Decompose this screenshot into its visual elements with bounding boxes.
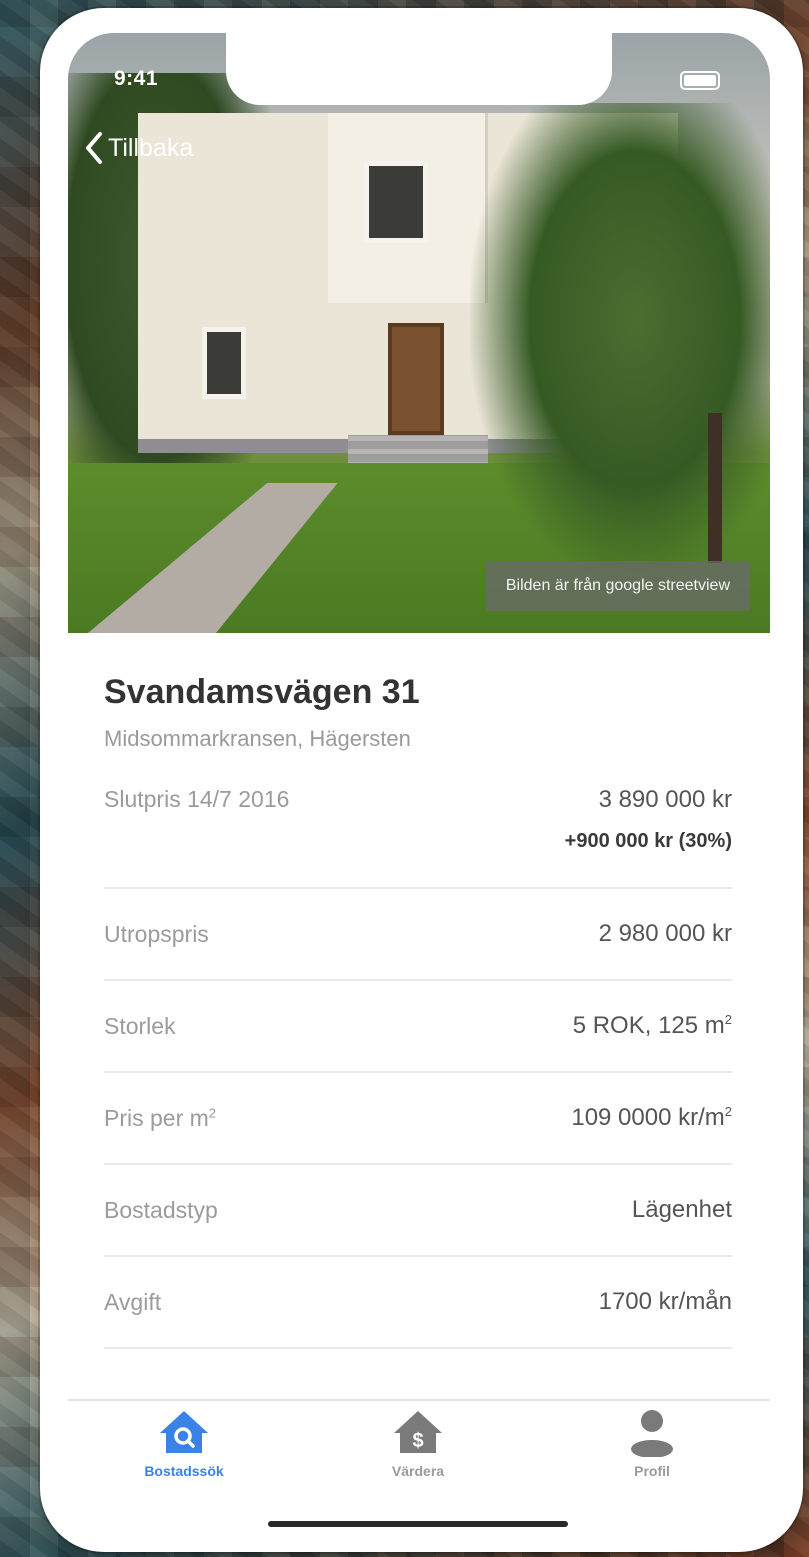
sold-price-label: Slutpris 14/7 2016 (104, 786, 290, 812)
svg-text:$: $ (412, 1430, 423, 1452)
detail-row-pris-per-m2: Pris per m2 109 0000 kr/m2 (104, 1073, 732, 1165)
street-view-photo: 9:41 Tillbaka Bilden är från google stre… (68, 33, 770, 633)
detail-value: Lägenhet (631, 1196, 732, 1223)
tab-vardera[interactable]: $ Värdera (338, 1407, 498, 1479)
detail-label: Bostadstyp (104, 1196, 218, 1223)
detail-row-storlek: Storlek 5 ROK, 125 m2 (104, 981, 732, 1073)
sold-price-value: 3 890 000 kr (598, 786, 732, 813)
chevron-left-icon (86, 132, 102, 164)
front-door (388, 323, 444, 435)
detail-value: 1700 kr/mån (598, 1288, 732, 1315)
detail-label: Storlek (104, 1012, 176, 1039)
streetview-caption: Bilden är från google streetview (485, 561, 750, 611)
tab-profil[interactable]: Profil (572, 1407, 732, 1479)
listing-area: Midsommarkransen, Hägersten (104, 726, 411, 751)
person-icon (631, 1410, 673, 1457)
listing-details: Svandamsvägen 31 Midsommarkransen, Häger… (104, 673, 732, 1349)
window (202, 327, 246, 399)
tree-trunk (708, 413, 722, 563)
detail-label: Avgift (104, 1288, 162, 1315)
tab-label: Värdera (391, 1463, 445, 1479)
home-search-icon (160, 1411, 208, 1453)
sold-price-row: Slutpris 14/7 2016 3 890 000 kr (104, 786, 732, 814)
detail-label: Utropspris (104, 920, 209, 947)
tab-bostadssok[interactable]: Bostadssök (104, 1407, 264, 1479)
house-bay (328, 113, 488, 303)
app-screen: 9:41 Tillbaka Bilden är från google stre… (68, 33, 770, 1543)
detail-row-avgift: Avgift 1700 kr/mån (104, 1257, 732, 1349)
detail-label: Pris per m2 (104, 1104, 217, 1131)
tab-label: Profil (634, 1463, 670, 1479)
status-time: 9:41 (114, 67, 159, 90)
back-button[interactable]: Tillbaka (84, 131, 193, 165)
tab-bar: Bostadssök $ Värdera Profil (68, 1399, 770, 1543)
home-indicator (268, 1521, 568, 1527)
home-dollar-icon: $ (394, 1411, 442, 1453)
battery-icon (680, 71, 720, 90)
price-change: +900 000 kr (30%) (564, 830, 732, 852)
detail-value: 2 980 000 kr (598, 920, 732, 947)
tree-right (470, 103, 770, 583)
device-notch (226, 33, 612, 105)
tab-label: Bostadssök (144, 1463, 224, 1479)
detail-row-utropspris: Utropspris 2 980 000 kr (104, 889, 732, 981)
detail-value: 5 ROK, 125 m2 (572, 1012, 732, 1039)
detail-row-bostadstyp: Bostadstyp Lägenhet (104, 1165, 732, 1257)
back-button-label: Tillbaka (108, 133, 194, 162)
listing-address: Svandamsvägen 31 (104, 673, 420, 711)
window (364, 161, 428, 243)
detail-value: 109 0000 kr/m2 (571, 1104, 732, 1131)
